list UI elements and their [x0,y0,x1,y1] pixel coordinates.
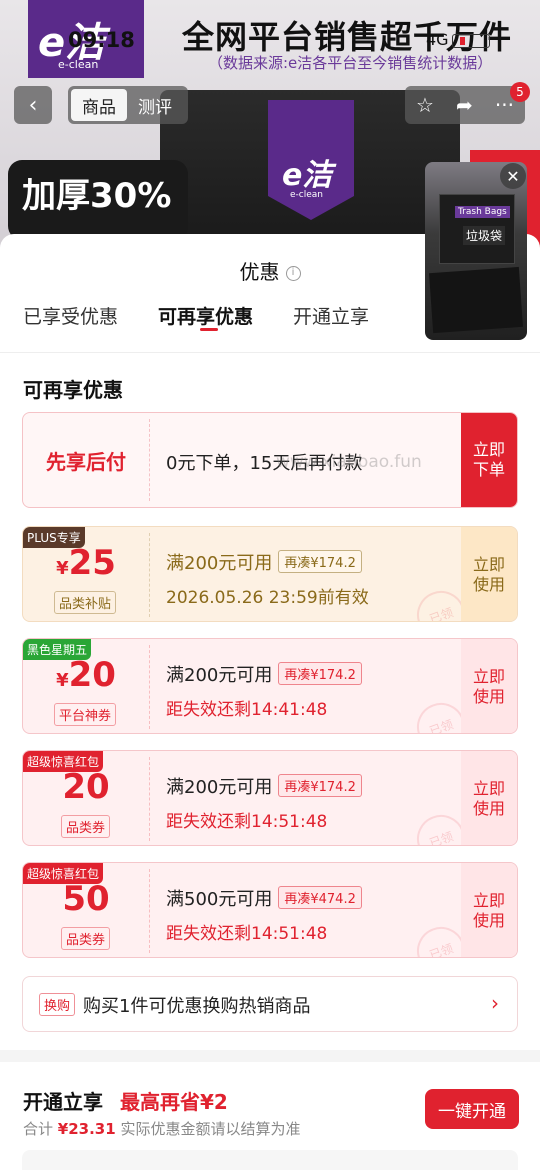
pay-later-title: 先享后付 [46,449,126,474]
currency-symbol: ¥ [56,558,69,579]
status-time: 09:18 [68,28,135,52]
share-icon[interactable]: ➦ [456,93,473,117]
product-ribbon-logo: e洁 [282,158,333,193]
coupon-condition: 满200元可用 再凑¥174.2 [166,661,362,687]
coupon-topup-tag: 再凑¥174.2 [278,662,362,685]
divider [149,757,150,841]
total-label: 合计 [23,1120,54,1138]
message-badge: 5 [510,82,530,102]
coupon-topup-tag: 再凑¥174.2 [278,774,362,797]
coupon-kind: 品类券 [61,927,111,950]
close-icon: ✕ [506,166,520,186]
coupon-kind: 品类券 [61,815,111,838]
tab-product[interactable]: 商品 [71,89,127,121]
use-now-label: 立即使用 [472,891,505,930]
battery-icon [452,34,490,48]
battery-level [460,37,465,45]
coupon-amount: ¥20 [23,655,149,695]
coupon-countdown: 距失效还剩14:51:48 [166,924,328,944]
coupon-value: 50 [62,879,110,919]
coupon-card[interactable]: 黑色星期五 ¥20 平台神券 满200元可用 再凑¥174.2 距失效还剩14:4… [22,638,518,734]
divider [149,869,150,953]
brand-logo-subtext: e-clean [58,58,99,71]
coupon-amount: 50 [23,879,149,919]
use-now-button[interactable]: 立即使用 [461,639,517,733]
product-ribbon-sub: e-clean [290,190,323,200]
currency-symbol: ¥ [56,670,69,691]
use-now-button[interactable]: 立即使用 [461,863,517,957]
coupon-condition-text: 满500元可用 [166,889,273,910]
chevron-left-icon: ‹ [28,92,38,118]
coupon-value: 25 [68,543,116,583]
tab-enjoyed[interactable]: 已享受优惠 [23,302,118,329]
swap-offer-row[interactable]: 换购 购买1件可优惠换购热销商品 › [22,976,518,1032]
video-bag-image [429,266,523,334]
chevron-right-icon: › [491,991,499,1015]
coupon-card[interactable]: 超级惊喜红包 20 品类券 满200元可用 再凑¥174.2 距失效还剩14:51… [22,750,518,846]
info-icon[interactable]: i [285,266,301,281]
use-now-label: 立即使用 [472,779,505,818]
coupon-expiry: 2026.05.26 23:59前有效 [166,588,369,608]
coupon-countdown: 距失效还剩14:51:48 [166,812,328,832]
order-now-label: 立即下单 [472,440,505,479]
video-pack-label: 垃圾袋 [463,226,506,245]
swap-tag: 换购 [39,993,76,1016]
open-max-save: 最高再省¥2 [120,1090,228,1114]
product-tabs: 商品 测评 [68,86,188,124]
open-section-title: 开通立享 [23,1090,103,1114]
total-amount: ¥23.31 [57,1120,116,1138]
coupon-amount: 20 [23,767,149,807]
coupon-condition: 满500元可用 再凑¥474.2 [166,885,362,911]
one-click-activate-button[interactable]: 一键开通 [425,1089,519,1129]
pay-later-card[interactable]: 先享后付 0元下单，15天后再付款 立即下单 [22,412,518,508]
divider [149,419,150,501]
coupon-value: 20 [62,767,110,807]
close-video-button[interactable]: ✕ [500,163,526,189]
tab-available[interactable]: 可再享优惠 [158,302,253,329]
coupon-topup-tag: 再凑¥174.2 [278,550,362,573]
divider [149,645,150,729]
sheet-title: 优惠 [239,260,280,284]
hero-source-note: （数据来源:e洁各平台至今销售统计数据） [208,54,493,72]
tab-review[interactable]: 测评 [127,89,183,121]
tab-activate[interactable]: 开通立享 [293,302,369,329]
coupon-kind: 品类补贴 [54,591,117,614]
discount-sheet: 优惠 i 已享受优惠 可再享优惠 开通立享 可再享优惠 先享后付 0元下单，15天… [0,234,540,1170]
coupon-card[interactable]: 超级惊喜红包 50 品类券 满500元可用 再凑¥474.2 距失效还剩14:51… [22,862,518,958]
use-now-button[interactable]: 立即使用 [461,751,517,845]
watermark: www.xianbao.fun [276,452,422,472]
back-button[interactable]: ‹ [14,86,52,124]
coupon-topup-tag: 再凑¥474.2 [278,886,362,909]
coupon-card[interactable]: PLUS专享 ¥25 品类补贴 满200元可用 再凑¥174.2 2026.05.… [22,526,518,622]
use-now-label: 立即使用 [472,555,505,594]
coupon-countdown: 距失效还剩14:41:48 [166,700,328,720]
promo-thick-text: 加厚30% [22,176,172,216]
coupon-condition-text: 满200元可用 [166,777,273,798]
coupon-amount: ¥25 [23,543,149,583]
coupon-kind: 平台神券 [54,703,117,726]
coupon-condition-text: 满200元可用 [166,665,273,686]
swap-text: 购买1件可优惠换购热销商品 [83,996,311,1017]
network-indicator: 4G [426,30,449,49]
video-pack-tag: Trash Bags [455,206,510,218]
use-now-label: 立即使用 [472,667,505,706]
total-disclaimer: 实际优惠金额请以结算为准 [120,1120,301,1138]
section-gap [0,1050,540,1062]
nav-actions: ☆ ➦ ··· [405,86,525,124]
divider [0,352,540,353]
open-total-note: 合计 ¥23.31 实际优惠金额请以结算为准 [23,1118,300,1139]
star-icon[interactable]: ☆ [416,93,434,117]
coupon-value: 20 [68,655,116,695]
next-card-peek [22,1150,518,1170]
coupon-condition-text: 满200元可用 [166,553,273,574]
section-title: 可再享优惠 [23,378,123,402]
use-now-button[interactable]: 立即使用 [461,527,517,621]
coupon-condition: 满200元可用 再凑¥174.2 [166,549,362,575]
active-tab-indicator [200,328,218,331]
coupon-condition: 满200元可用 再凑¥174.2 [166,773,362,799]
divider [149,533,150,617]
order-now-button[interactable]: 立即下单 [461,413,517,507]
